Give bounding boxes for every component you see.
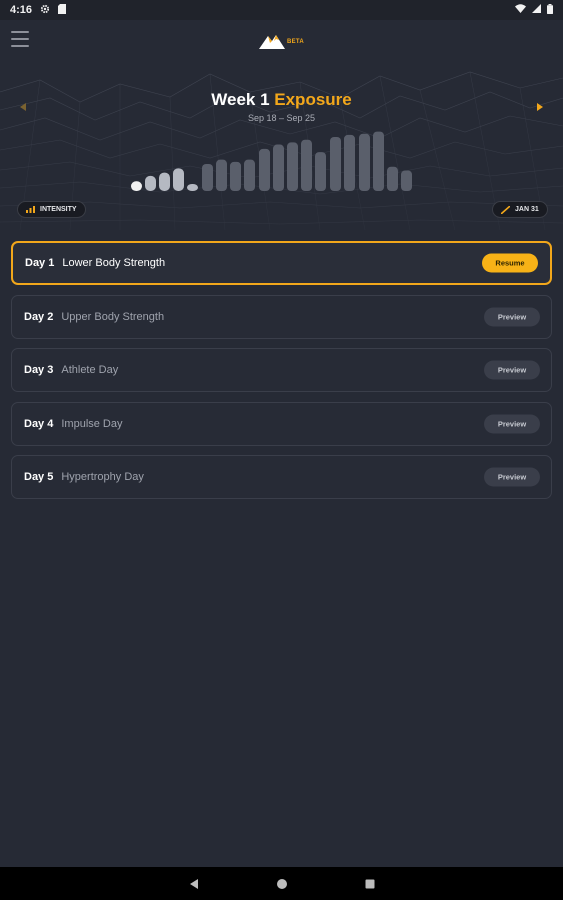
intensity-chip-label: INTENSITY: [40, 206, 77, 213]
home-circle-icon[interactable]: [275, 877, 289, 891]
day-list: Day 1 Lower Body Strength Resume Day 2 U…: [11, 241, 552, 509]
intensity-bar: [401, 170, 412, 191]
day-number: Day 3: [24, 364, 54, 376]
week-number: Week 1: [211, 90, 270, 109]
resume-button[interactable]: Resume: [482, 253, 538, 273]
intensity-bar: [202, 164, 213, 191]
day-number: Day 2: [24, 310, 54, 323]
signal-icon: [532, 4, 541, 16]
intensity-bar: [216, 159, 227, 191]
intensity-bar: [330, 137, 341, 191]
preview-button[interactable]: Preview: [484, 414, 540, 433]
date-chip[interactable]: JAN 31: [492, 201, 548, 218]
intensity-bar: [287, 142, 298, 191]
week-hero: Week 1 Exposure Sep 18 – Sep 25 INTENSIT…: [0, 62, 563, 230]
preview-button[interactable]: Preview: [484, 360, 540, 380]
day-name: Impulse Day: [61, 417, 123, 430]
menu-line: [11, 31, 29, 33]
app-logo: BETA: [258, 33, 305, 49]
battery-icon: [547, 3, 553, 17]
intensity-bar: [187, 184, 198, 191]
day-name: Lower Body Strength: [62, 257, 166, 269]
menu-line: [11, 45, 29, 47]
intensity-bar: [173, 168, 184, 191]
day-number: Day 1: [25, 257, 55, 269]
day-card[interactable]: Day 1 Lower Body Strength Resume: [11, 241, 552, 285]
back-triangle-icon[interactable]: [187, 877, 201, 891]
day-name: Hypertrophy Day: [61, 471, 144, 483]
intensity-bar: [359, 133, 370, 191]
day-number: Day 5: [24, 471, 54, 483]
hamburger-menu-icon[interactable]: [11, 31, 29, 47]
status-time: 4:16: [10, 4, 33, 16]
recents-square-icon[interactable]: [363, 877, 377, 891]
intensity-bar: [159, 172, 170, 191]
sd-card-icon: [58, 3, 67, 17]
intensity-bar: [373, 131, 384, 191]
screen: 4:16 BETA Week 1 Exposure Sep 18 – Sep 2…: [0, 0, 563, 900]
week-dates: Sep 18 – Sep 25: [247, 113, 316, 123]
day-card[interactable]: Day 5 Hypertrophy Day Preview: [11, 455, 552, 499]
day-name: Upper Body Strength: [61, 310, 165, 323]
date-chip-label: JAN 31: [515, 206, 539, 213]
wifi-icon: [515, 4, 526, 16]
intensity-bar: [259, 148, 270, 191]
intensity-bar: [131, 181, 142, 191]
preview-button[interactable]: Preview: [484, 467, 540, 487]
menu-line: [11, 38, 29, 40]
gear-icon: [40, 4, 50, 17]
preview-button[interactable]: Preview: [484, 307, 540, 326]
bar-chart-icon: [26, 206, 35, 213]
week-title: Week 1 Exposure: [0, 90, 563, 110]
status-right: [515, 3, 553, 17]
day-card[interactable]: Day 2 Upper Body Strength Preview: [11, 294, 552, 339]
status-left: 4:16: [10, 3, 67, 17]
intensity-bar: [244, 159, 255, 191]
trend-line-icon: [501, 205, 510, 214]
intensity-bar: [273, 144, 284, 191]
app-bar: BETA: [0, 20, 563, 62]
day-card[interactable]: Day 3 Athlete Day Preview: [11, 348, 552, 392]
intensity-bar: [315, 152, 326, 191]
status-bar: 4:16: [0, 0, 563, 20]
week-phase: Exposure: [274, 90, 352, 109]
day-number: Day 4: [24, 417, 54, 430]
day-card[interactable]: Day 4 Impulse Day Preview: [11, 401, 552, 446]
intensity-bar: [344, 134, 355, 191]
intensity-bar: [230, 161, 241, 191]
intensity-bar: [301, 139, 312, 191]
day-name: Athlete Day: [61, 364, 119, 376]
intensity-bar: [387, 166, 398, 191]
beta-badge: BETA: [286, 39, 305, 45]
intensity-bar: [145, 175, 156, 191]
mountain-logo-icon: [258, 35, 285, 49]
system-nav-bar: [0, 867, 563, 900]
intensity-chip[interactable]: INTENSITY: [17, 201, 86, 218]
